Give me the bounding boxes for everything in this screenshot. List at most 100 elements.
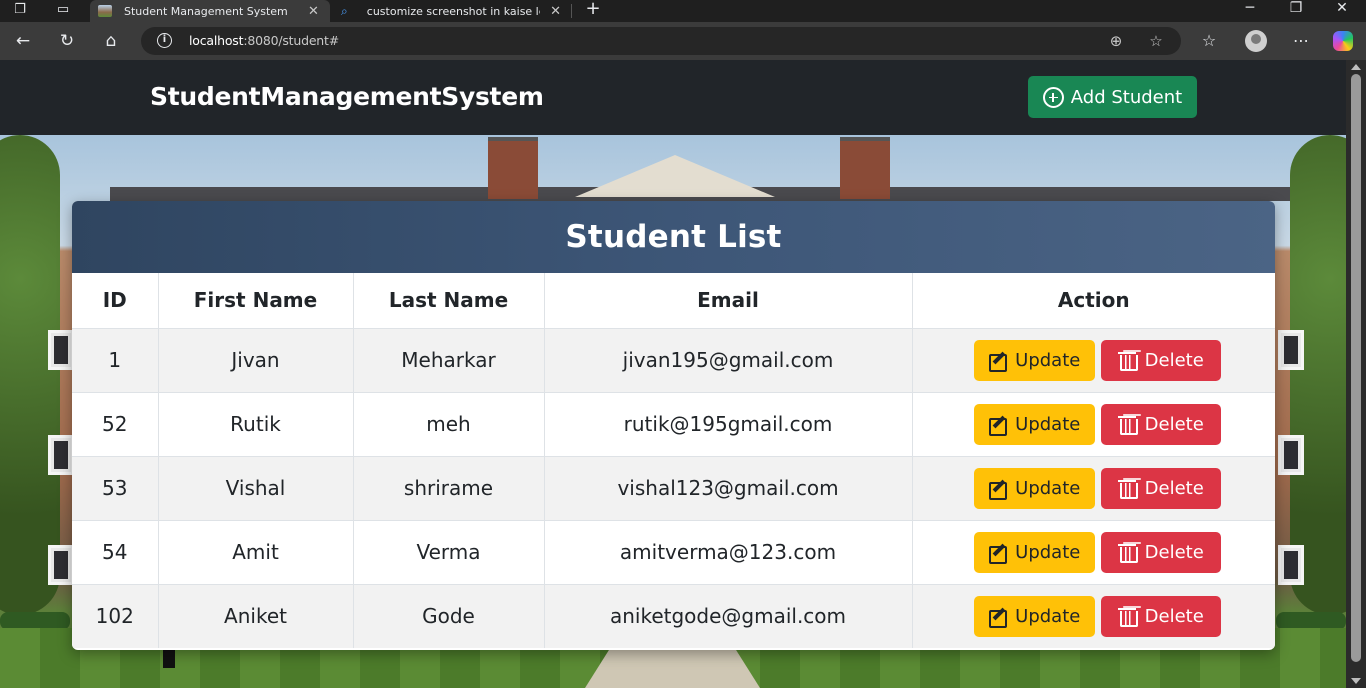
chimney [488, 137, 538, 199]
cell-first-name: Aniket [158, 584, 354, 648]
home-icon[interactable]: ⌂ [100, 31, 122, 51]
page-scrollbar[interactable] [1346, 60, 1366, 688]
back-icon[interactable]: ← [12, 31, 34, 51]
cell-first-name: Amit [158, 520, 354, 585]
tab-title: Student Management System [124, 4, 288, 18]
update-button[interactable]: Update [974, 403, 1096, 445]
minimize-icon[interactable]: ─ [1239, 0, 1261, 20]
edit-icon [989, 607, 1008, 629]
page-viewport: StudentManagementSystem Add Student Stud… [0, 60, 1366, 688]
trash-icon [1117, 607, 1138, 628]
cell-action: Update Delete [912, 456, 1276, 521]
close-tab-icon[interactable]: ✕ [550, 4, 561, 19]
cell-id: 53 [72, 456, 159, 521]
delete-button[interactable]: Delete [1101, 339, 1222, 381]
favorite-star-icon[interactable]: ☆ [1147, 32, 1165, 50]
add-student-label: Add Student [1070, 86, 1183, 108]
delete-button[interactable]: Delete [1101, 403, 1222, 445]
trash-icon [1117, 543, 1138, 563]
edit-icon [989, 479, 1008, 500]
cell-id: 54 [72, 520, 159, 585]
tab-actions-icon[interactable]: ▭ [55, 2, 71, 18]
student-list-card: Student List ID First Name Last Name Ema… [72, 201, 1275, 650]
cell-last-name: shrirame [353, 456, 545, 521]
card-title: Student List [565, 219, 782, 255]
building-window [48, 330, 74, 370]
column-header-email: Email [544, 273, 913, 329]
update-button[interactable]: Update [974, 595, 1096, 637]
row-actions: Update Delete [913, 595, 1276, 637]
column-header-first-name: First Name [158, 273, 354, 329]
copilot-icon[interactable] [1333, 31, 1353, 51]
row-actions: Update Delete [913, 403, 1276, 445]
tab-student-management[interactable]: Student Management System ✕ [90, 0, 330, 22]
update-button[interactable]: Update [974, 339, 1096, 381]
delete-label: Delete [1144, 541, 1204, 563]
cell-action: Update Delete [912, 328, 1276, 393]
delete-button[interactable]: Delete [1101, 595, 1222, 637]
site-favicon-icon [98, 5, 112, 17]
building-window [1278, 330, 1304, 370]
cell-email: jivan195@gmail.com [544, 328, 913, 393]
update-label: Update [1015, 541, 1081, 563]
close-window-icon[interactable]: ✕ [1331, 0, 1353, 20]
edit-icon [989, 351, 1008, 372]
update-button[interactable]: Update [974, 531, 1096, 573]
profile-avatar[interactable] [1245, 30, 1267, 52]
tab-search[interactable]: ⌕ customize screenshot in kaise le lap ✕ [333, 0, 569, 22]
delete-button[interactable]: Delete [1101, 467, 1222, 509]
address-url[interactable]: localhost:8080/student# [189, 33, 339, 48]
favorites-icon[interactable]: ☆ [1198, 31, 1220, 51]
reload-icon[interactable]: ↻ [56, 31, 78, 51]
tab-separator [571, 4, 572, 18]
scroll-down-arrow-icon[interactable] [1351, 678, 1361, 684]
building-window [48, 545, 74, 585]
chimney [840, 137, 890, 199]
brand-title[interactable]: StudentManagementSystem [150, 82, 544, 111]
cell-email: aniketgode@gmail.com [544, 584, 913, 648]
cell-first-name: Jivan [158, 328, 354, 393]
update-label: Update [1015, 413, 1081, 435]
cell-action: Update Delete [912, 392, 1276, 457]
cell-last-name: Verma [353, 520, 545, 585]
url-host: localhost [189, 33, 244, 48]
more-options-icon[interactable]: ⋯ [1290, 31, 1312, 51]
gable [575, 155, 775, 197]
edit-icon [989, 415, 1008, 436]
restore-icon[interactable]: ❐ [1285, 0, 1307, 20]
table-row: 1 Jivan Meharkar jivan195@gmail.com Upda… [72, 328, 1276, 393]
building-window [1278, 435, 1304, 475]
lamp-post [163, 648, 175, 668]
delete-label: Delete [1144, 477, 1204, 499]
url-path: :8080/student# [243, 33, 340, 48]
row-actions: Update Delete [913, 339, 1276, 381]
add-student-button[interactable]: Add Student [1028, 76, 1197, 118]
scrollbar-thumb[interactable] [1351, 74, 1361, 662]
address-bar[interactable]: i localhost:8080/student# ⊕ ☆ [141, 27, 1181, 55]
cell-action: Update Delete [912, 520, 1275, 585]
update-label: Update [1015, 349, 1081, 371]
cell-id: 1 [72, 328, 159, 393]
trash-icon [1117, 351, 1138, 371]
delete-button[interactable]: Delete [1101, 531, 1222, 573]
cell-last-name: Meharkar [353, 328, 545, 393]
site-info-icon[interactable]: i [157, 33, 172, 48]
navbar: StudentManagementSystem Add Student [0, 60, 1346, 135]
row-actions: Update Delete [913, 467, 1276, 509]
cell-last-name: meh [353, 392, 545, 457]
column-header-id: ID [72, 273, 159, 329]
close-tab-icon[interactable]: ✕ [308, 4, 319, 19]
column-header-last-name: Last Name [353, 273, 545, 329]
workspaces-icon[interactable]: ❐ [12, 2, 28, 18]
cell-last-name: Gode [353, 584, 545, 648]
browser-toolbar: ← ↻ ⌂ i localhost:8080/student# ⊕ ☆ ☆ ⋯ [0, 22, 1366, 60]
zoom-icon[interactable]: ⊕ [1107, 32, 1125, 50]
tree [0, 135, 60, 615]
scroll-up-arrow-icon[interactable] [1351, 64, 1361, 70]
table-row: 52 Rutik meh rutik@195gmail.com Update D… [72, 392, 1276, 457]
update-button[interactable]: Update [974, 467, 1096, 509]
delete-label: Delete [1144, 605, 1204, 627]
table-header-row: ID First Name Last Name Email Action [72, 273, 1275, 329]
new-tab-icon[interactable]: + [584, 0, 602, 20]
cell-email: amitverma@123.com [544, 520, 913, 585]
